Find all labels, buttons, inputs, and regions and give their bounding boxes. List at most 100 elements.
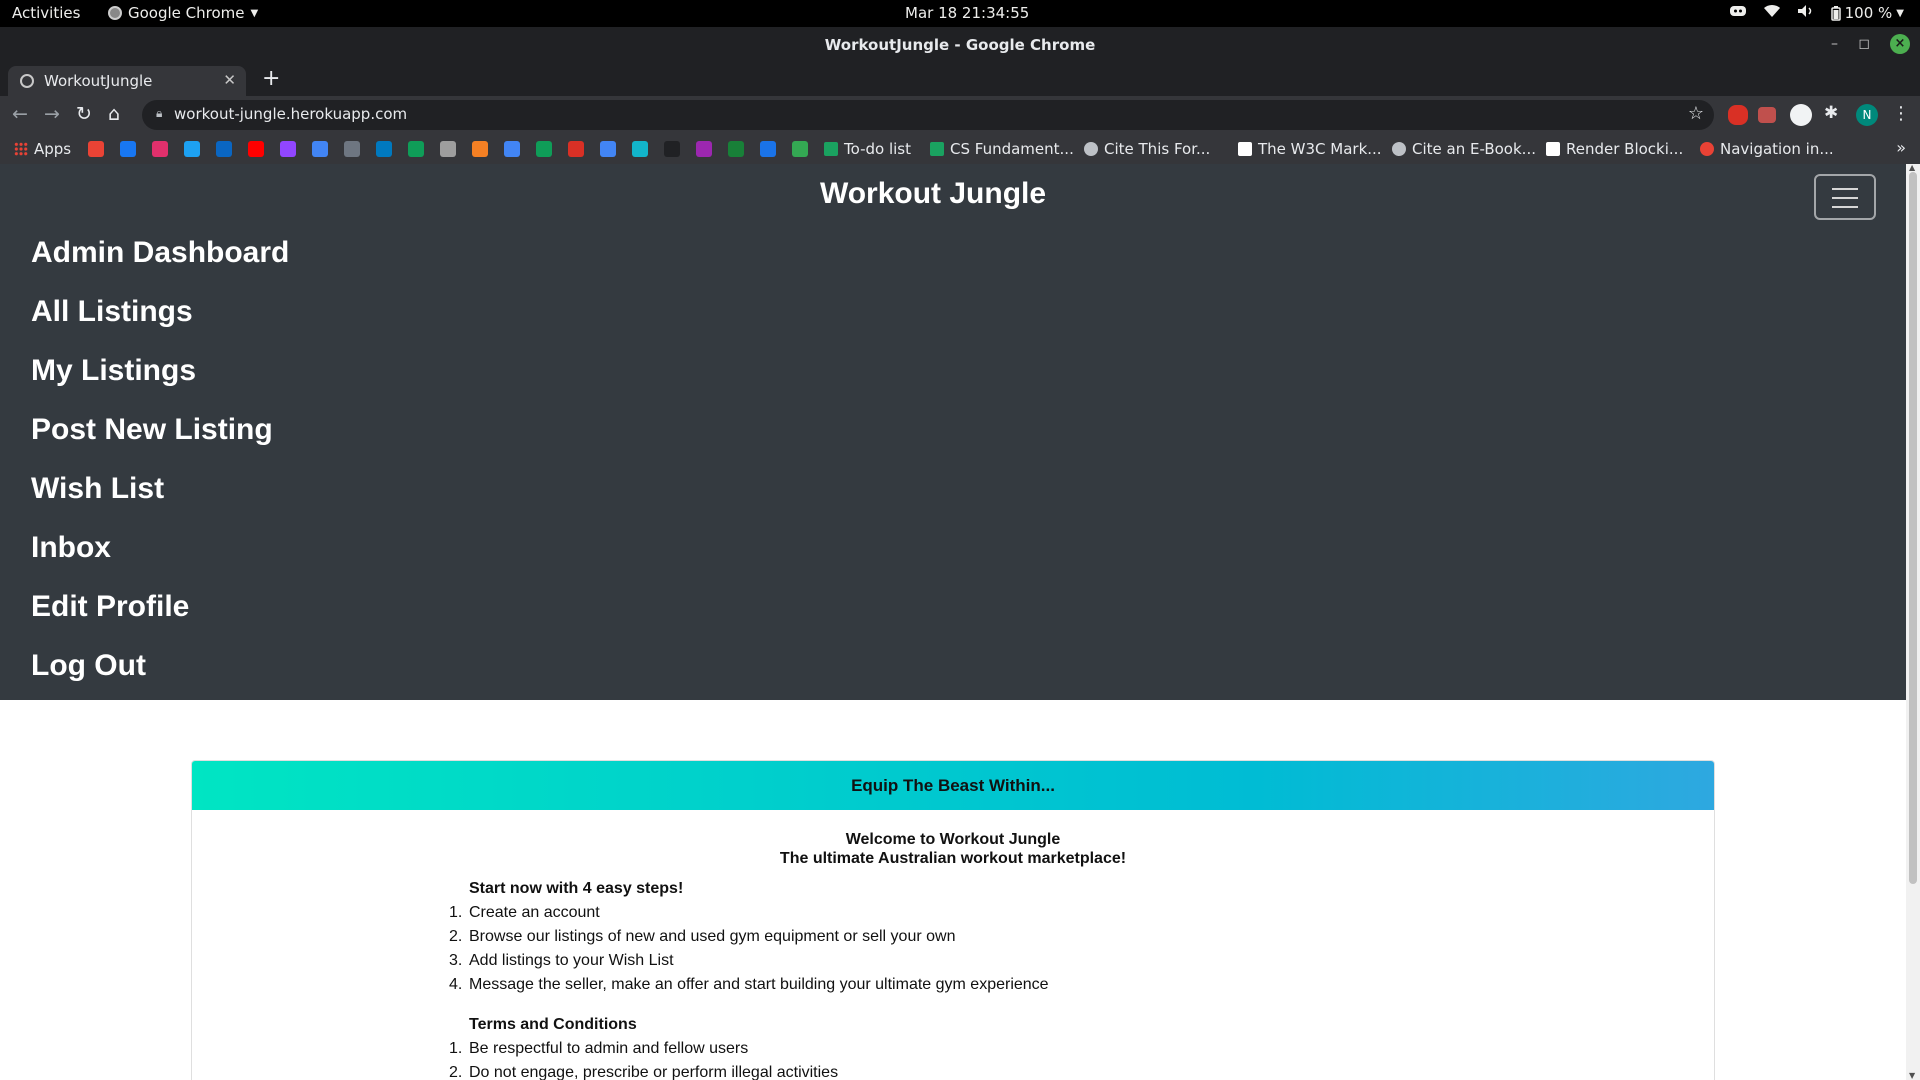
list-item-text: Message the seller, make an offer and st… [469,976,1049,993]
home-icon[interactable]: ⌂ [108,103,120,125]
card-body: Welcome to Workout Jungle The ultimate A… [192,830,1714,1080]
browser-toolbar: ← → ↻ ⌂ 🔒︎ workout-jungle.herokuapp.com … [0,96,1920,134]
unsplash-icon[interactable] [664,141,680,157]
list-number: 3. [449,952,463,969]
steps-section: Start now with 4 easy steps! 1. Create an… [449,877,1049,997]
tab-workoutjungle[interactable]: WorkoutJungle ✕ [8,66,246,96]
hamburger-icon [1832,188,1858,190]
github-icon[interactable] [344,141,360,157]
extension-cast-icon[interactable] [1790,104,1812,126]
close-tab-icon[interactable]: ✕ [223,71,236,89]
list-item: 1. Be respectful to admin and fellow user… [449,1037,838,1061]
maximize-icon[interactable]: ◻ [1858,36,1870,52]
forward-icon[interactable]: → [44,103,60,125]
sheets-icon[interactable] [536,141,552,157]
bookmarks-bar: Apps To-do list CS Fundament... Cite Thi… [0,134,1920,164]
extension-printer-icon[interactable] [1758,107,1776,123]
list-item: 2. Do not engage, prescribe or perform il… [449,1061,838,1080]
globe-icon [1392,142,1406,156]
site-brand[interactable]: Workout Jungle [0,177,1866,211]
minimize-icon[interactable]: – [1831,36,1838,52]
gmail-icon[interactable] [88,141,104,157]
docs-icon[interactable] [600,141,616,157]
nav-link-edit-profile[interactable]: Edit Profile [31,586,289,645]
terms-list: 1. Be respectful to admin and fellow user… [449,1037,838,1080]
discord-icon[interactable] [1729,4,1747,22]
nav-link-my-listings[interactable]: My Listings [31,350,289,409]
close-window-icon[interactable]: × [1890,34,1910,54]
nav-menu: Admin Dashboard All Listings My Listings Po… [31,232,289,704]
trello-icon[interactable] [376,141,392,157]
list-number: 1. [449,1040,463,1057]
welcome-text: Welcome to Workout Jungle The ultimate A… [192,830,1714,868]
bookmark-w3c-markup[interactable]: The W3C Mark... [1238,140,1382,158]
facebook-icon[interactable] [120,141,136,157]
url-text[interactable]: workout-jungle.herokuapp.com [174,105,407,123]
list-number: 1. [449,904,463,921]
nav-link-post-new-listing[interactable]: Post New Listing [31,409,289,468]
edu-icon[interactable] [728,141,744,157]
clock[interactable]: Mar 18 21:34:55 [905,4,1029,22]
feather-icon[interactable] [696,141,712,157]
bookmark-cite-this-for[interactable]: Cite This For... [1084,140,1210,158]
bookmark-cite-ebook[interactable]: Cite an E-Book... [1392,140,1536,158]
tab-label: WorkoutJungle [44,72,153,90]
scroll-up-icon[interactable]: ▲ [1909,163,1915,172]
more-bookmarks-icon[interactable]: » [1896,138,1906,157]
nav-link-admin-dashboard[interactable]: Admin Dashboard [31,232,289,291]
bookmark-todo[interactable]: To-do list [824,140,911,158]
docs-blue-icon[interactable] [504,141,520,157]
notes-icon[interactable] [440,141,456,157]
hamburger-line [1832,206,1858,208]
bookmark-label: Cite This For... [1104,140,1211,158]
address-bar[interactable]: 🔒︎ workout-jungle.herokuapp.com ☆ [142,100,1714,130]
shield-icon[interactable] [792,141,808,157]
extension-red-icon[interactable] [1728,105,1748,125]
instagram-icon[interactable] [152,141,168,157]
battery-indicator[interactable]: 100 % ▼ [1830,4,1904,22]
scrollbar-thumb[interactable] [1909,172,1917,884]
linkedin-icon[interactable] [216,141,232,157]
cloud-icon[interactable] [760,141,776,157]
profile-avatar[interactable]: N [1856,104,1878,126]
card-header: Equip The Beast Within... [192,761,1714,810]
volume-icon[interactable] [1797,4,1815,22]
window-titlebar: WorkoutJungle - Google Chrome – ◻ × [0,27,1920,64]
activities-button[interactable]: Activities [12,4,80,22]
bookmark-star-icon[interactable]: ☆ [1688,103,1704,124]
lock-icon[interactable]: 🔒︎ [156,106,162,121]
drive-b-icon[interactable] [408,141,424,157]
nav-link-log-out[interactable]: Log Out [31,645,289,704]
scroll-down-icon[interactable]: ▼ [1909,1071,1915,1080]
reload-icon[interactable]: ↻ [76,103,92,125]
colab-icon[interactable] [632,141,648,157]
bookmark-label: The W3C Mark... [1258,140,1382,158]
bookmark-apps[interactable]: Apps [14,140,71,158]
twitter-icon[interactable] [184,141,200,157]
page-scrollbar[interactable]: ▲ ▼ [1906,163,1920,1080]
nav-link-inbox[interactable]: Inbox [31,527,289,586]
back-icon[interactable]: ← [12,103,28,125]
system-tray[interactable]: 100 % ▼ [1729,4,1904,22]
sheet-icon [930,142,944,156]
app-menu[interactable]: Google Chrome ▼ [108,4,258,22]
calendar-icon[interactable] [312,141,328,157]
twitch-icon[interactable] [280,141,296,157]
list-item-text: Create an account [469,904,600,921]
bookmark-navigation-in[interactable]: Navigation in... [1700,140,1834,158]
stackoverflow-icon[interactable] [472,141,488,157]
bookmark-render-blocking[interactable]: Render Blocki... [1546,140,1683,158]
bookmark-cs-fundamentals[interactable]: CS Fundament... [930,140,1074,158]
nav-link-wish-list[interactable]: Wish List [31,468,289,527]
navbar-toggle-button[interactable] [1814,174,1876,220]
youtube-icon[interactable] [248,141,264,157]
chrome-menu-icon[interactable]: ⋮ [1892,103,1910,124]
extensions-puzzle-icon[interactable]: ✱ [1824,103,1838,123]
slides-red-icon[interactable] [568,141,584,157]
list-item-text: Do not engage, prescribe or perform ille… [469,1064,839,1080]
new-tab-icon[interactable]: + [262,66,280,91]
welcome-subtitle: The ultimate Australian workout marketpl… [779,850,1127,867]
chrome-icon [108,6,122,20]
nav-link-all-listings[interactable]: All Listings [31,291,289,350]
wifi-icon[interactable] [1763,4,1781,22]
